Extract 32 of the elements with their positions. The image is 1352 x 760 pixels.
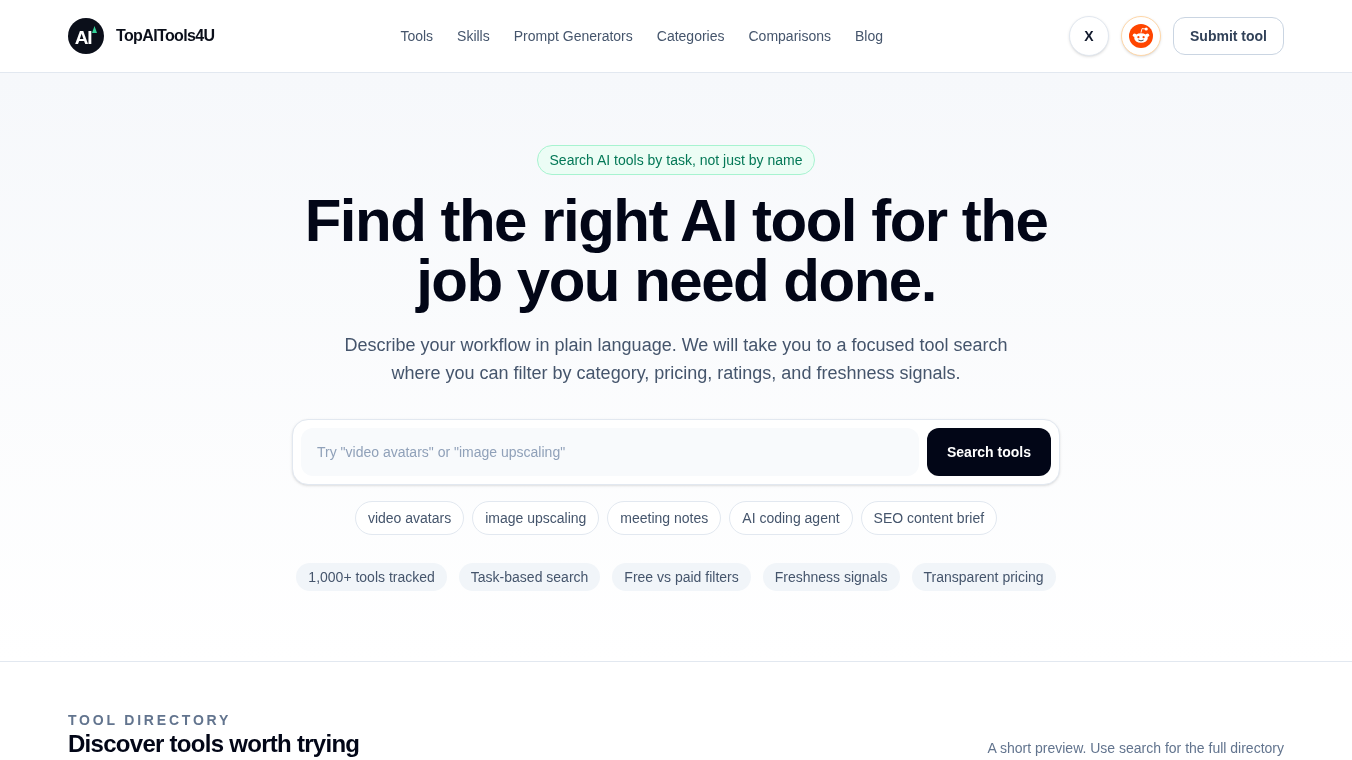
nav-link[interactable]: Tools (400, 25, 434, 47)
search-field[interactable]: Try "video avatars" or "image upscaling" (301, 428, 919, 476)
suggestion-chip[interactable]: SEO content brief (860, 501, 998, 535)
nav-link[interactable]: Skills (457, 25, 490, 47)
feature-pill: Transparent pricing (911, 563, 1056, 591)
feature-pill: Free vs paid filters (612, 563, 751, 591)
suggestion-chip[interactable]: AI coding agent (729, 501, 853, 535)
section-note: A short preview. Use search for the full directory (987, 739, 1284, 758)
social-link-button[interactable] (1121, 16, 1161, 56)
nav-link[interactable]: Comparisons (748, 25, 831, 47)
site-name[interactable]: TopAITools4U (116, 24, 215, 48)
nav-link[interactable]: Categories (656, 25, 725, 47)
suggestion-chip[interactable]: video avatars (354, 501, 465, 535)
hero-description: Describe your workflow in plain language. We will take you to a focused tool search where you can filter by category, pricing, ratings, and freshness signals. (343, 334, 1009, 385)
social-link-button[interactable]: X (1069, 16, 1109, 56)
nav-link[interactable]: Blog (855, 25, 883, 47)
hero-heading: Find the right AI tool for the job you need done. (303, 191, 1049, 311)
arrow-icon (92, 26, 98, 33)
logo-badge[interactable]: AI (68, 18, 104, 54)
suggestion-chip[interactable]: image upscaling (472, 501, 600, 535)
nav-link[interactable]: Prompt Generators (513, 25, 633, 47)
feature-pill: Freshness signals (762, 563, 900, 591)
suggestion-chip[interactable]: meeting notes (607, 501, 722, 535)
feature-pill: Task-based search (458, 563, 601, 591)
tagline-badge: Search AI tools by task, not just by name (536, 145, 816, 175)
feature-pill: 1,000+ tools tracked (296, 563, 447, 591)
alien-face-icon (1129, 24, 1153, 48)
logo-mark: AI (74, 28, 92, 47)
section-heading: Discover tools worth trying (68, 730, 360, 758)
search-button[interactable]: Search tools (926, 428, 1051, 476)
section-eyebrow: TOOL DIRECTORY (68, 711, 233, 730)
submit-tool-button[interactable]: Submit tool (1173, 17, 1284, 55)
